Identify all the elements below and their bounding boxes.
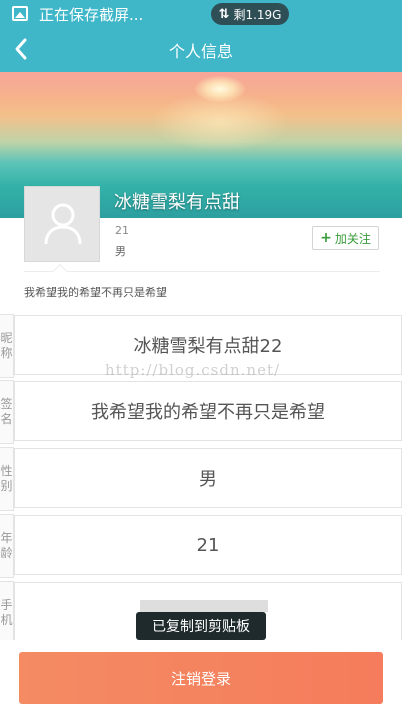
sync-icon: ⇅ (218, 6, 230, 22)
field-label-gender: 性 别 (0, 447, 14, 511)
data-usage-pill: ⇅ 剩1.19G (211, 3, 289, 25)
profile-age: 21 (115, 224, 129, 237)
watermark: http://blog.csdn.net/ (105, 361, 281, 379)
field-row-age: 年 龄 21 (0, 514, 402, 578)
field-label-char: 签 (0, 397, 13, 411)
field-label-char: 昵 (0, 331, 13, 345)
banner-sun (195, 76, 245, 102)
field-label-nickname: 昵 称 (0, 314, 14, 378)
profile-signature: 我希望我的希望不再只是希望 (24, 286, 167, 299)
status-notification-text: 正在保存截屏... (39, 6, 144, 24)
nickname-value: 冰糖雪梨有点甜22 (133, 336, 283, 357)
field-label-phone: 手 机 (0, 581, 14, 645)
field-label-char: 手 (0, 598, 13, 612)
field-label-char: 机 (0, 613, 13, 627)
field-label-char: 别 (0, 479, 13, 493)
toast-shadow (140, 600, 268, 612)
signature-value: 我希望我的希望不再只是希望 (91, 402, 325, 423)
image-notification-icon (12, 6, 28, 21)
profile-name: 冰糖雪梨有点甜 (114, 192, 240, 213)
plus-icon: + (320, 230, 332, 246)
age-value: 21 (196, 534, 220, 556)
field-label-signature: 签 名 (0, 380, 14, 444)
toast-message: 已复制到剪贴板 (136, 612, 266, 640)
age-field[interactable]: 21 (14, 515, 402, 575)
follow-button[interactable]: + 加关注 (312, 226, 379, 250)
data-remaining-text: 剩1.19G (233, 7, 282, 22)
logout-button[interactable]: 注销登录 (19, 652, 383, 704)
follow-button-label: 加关注 (334, 231, 371, 246)
field-row-signature: 签 名 我希望我的希望不再只是希望 (0, 380, 402, 444)
field-label-char: 性 (0, 464, 13, 478)
page-title: 个人信息 (168, 42, 233, 61)
status-bar: 正在保存截屏... ⇅ 剩1.19G (0, 0, 402, 28)
divider (24, 271, 380, 272)
field-label-char: 年 (0, 531, 13, 545)
gender-value: 男 (199, 469, 217, 490)
profile-gender: 男 (115, 245, 126, 258)
field-label-char: 名 (0, 412, 13, 426)
field-row-gender: 性 别 男 (0, 447, 402, 511)
field-label-char: 称 (0, 346, 13, 360)
avatar[interactable] (24, 186, 100, 262)
nav-bar: 个人信息 (0, 28, 402, 72)
gender-field[interactable]: 男 (14, 448, 402, 508)
signature-field[interactable]: 我希望我的希望不再只是希望 (14, 381, 402, 441)
user-placeholder-icon (44, 203, 82, 245)
field-label-char: 龄 (0, 546, 13, 560)
field-label-age: 年 龄 (0, 514, 14, 578)
divider-caret (52, 263, 68, 279)
